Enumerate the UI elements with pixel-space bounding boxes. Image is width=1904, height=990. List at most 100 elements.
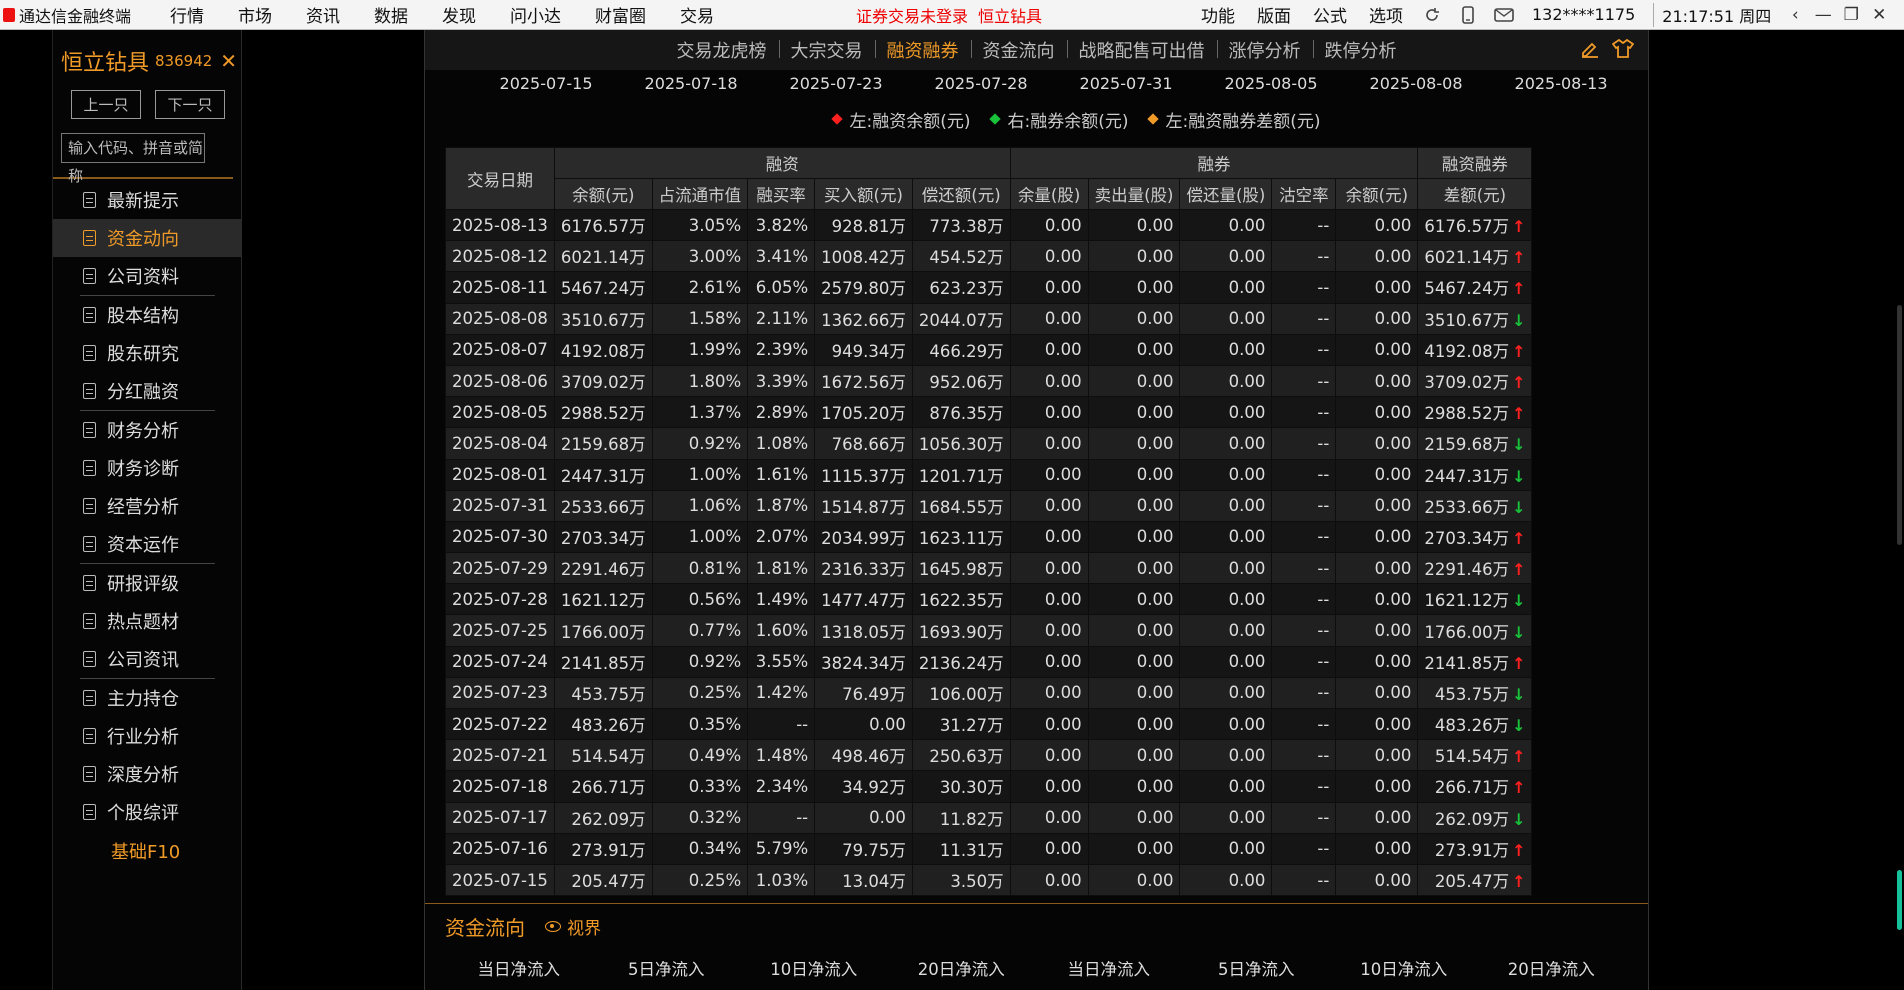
column-header[interactable]: 卖出量(股) (1087, 178, 1181, 210)
sub-tab[interactable]: 跌停分析 (1312, 37, 1409, 63)
sub-tab[interactable]: 战略配售可出借 (1066, 37, 1217, 63)
column-header[interactable]: 余额(元) (1335, 178, 1419, 210)
table-cell: 0.00 (1087, 489, 1181, 522)
close-icon[interactable]: ✕ (220, 49, 237, 73)
back-arrow-icon[interactable]: ‹ (1781, 5, 1809, 25)
table-row[interactable]: 2025-07-15 205.47万 0.25% 1.03% 13.04万 3.50万 0.… (445, 863, 1533, 897)
cell-value: 0.25% (688, 870, 742, 890)
sidebar-item[interactable]: 资本运作 (53, 525, 241, 563)
mail-icon[interactable] (1494, 6, 1514, 24)
next-stock-button[interactable]: 下一只 (155, 90, 225, 119)
cell-value: 6021.14万 (1424, 248, 1510, 268)
table-row[interactable]: 2025-07-23 453.75万 0.25% 1.42% 76.49万 106.00万… (445, 676, 1533, 710)
restore-icon[interactable]: ❐ (1837, 5, 1865, 25)
menu-item-ask[interactable]: 问小达 (510, 2, 561, 27)
menu-item-function[interactable]: 功能 (1201, 2, 1235, 27)
login-notice-text[interactable]: 证券交易未登录 (856, 7, 968, 26)
sidebar-item[interactable]: 热点题材 (53, 602, 241, 640)
header-trade-date[interactable]: 交易日期 (445, 147, 555, 210)
table-row[interactable]: 2025-07-30 2703.34万 1.00% 2.07% 2034.99万 1623… (445, 520, 1533, 554)
sub-tab[interactable]: 资金流向 (970, 37, 1067, 63)
column-header[interactable]: 占流通市值 (651, 178, 749, 210)
sidebar-item[interactable]: 股东研究 (53, 334, 241, 372)
legend-item[interactable]: 左:融资融券差额(元) (1146, 107, 1321, 132)
sidebar-item[interactable]: 经营分析 (53, 487, 241, 525)
table-row[interactable]: 2025-07-21 514.54万 0.49% 1.48% 498.46万 250.63… (445, 739, 1533, 772)
table-row[interactable]: 2025-08-06 3709.02万 1.80% 3.39% 1672.56万 952.… (445, 364, 1533, 398)
minimize-icon[interactable]: — (1809, 5, 1837, 25)
column-header[interactable]: 余量(股) (1009, 178, 1089, 210)
table-row[interactable]: 2025-07-18 266.71万 0.33% 2.34% 34.92万 30.30万 0… (445, 770, 1533, 803)
table-row[interactable]: 2025-08-13 6176.57万 3.05% 3.82% 928.81万 773.3… (445, 208, 1533, 242)
column-header[interactable]: 融买率 (747, 178, 816, 210)
table-row[interactable]: 2025-07-29 2291.46万 0.81% 1.81% 2316.33万 1645… (445, 552, 1533, 585)
basic-f10-link[interactable]: 基础F10 (53, 831, 241, 871)
table-row[interactable]: 2025-08-08 3510.67万 1.58% 2.11% 1362.66万 2044… (445, 302, 1533, 335)
view-link[interactable]: 视界 (545, 914, 601, 939)
menu-item-trade[interactable]: 交易 (680, 2, 714, 27)
menu-item-quotes[interactable]: 行情 (170, 2, 204, 27)
table-row[interactable]: 2025-08-12 6021.14万 3.00% 3.41% 1008.42万 454.… (445, 240, 1533, 273)
column-header[interactable]: 买入额(元) (814, 178, 913, 210)
prev-stock-button[interactable]: 上一只 (71, 90, 141, 119)
user-account[interactable]: 132****1175 (1532, 5, 1635, 24)
table-row[interactable]: 2025-07-31 2533.66万 1.06% 1.87% 1514.87万 1684… (445, 489, 1533, 522)
sub-tab[interactable]: 融资融券 (874, 37, 971, 63)
menu-item-discover[interactable]: 发现 (442, 2, 476, 27)
sidebar-item[interactable]: 深度分析 (53, 755, 241, 793)
sidebar-item[interactable]: 财务诊断 (53, 449, 241, 487)
column-header[interactable]: 沽空率 (1271, 178, 1337, 210)
sidebar-item[interactable]: 研报评级 (53, 564, 241, 602)
close-window-icon[interactable]: ✕ (1865, 5, 1893, 25)
sub-tab[interactable]: 涨停分析 (1216, 37, 1313, 63)
menu-item-data[interactable]: 数据 (374, 2, 408, 27)
menu-item-news[interactable]: 资讯 (306, 2, 340, 27)
sub-tab[interactable]: 大宗交易 (778, 37, 875, 63)
legend-item[interactable]: 右:融券余额(元) (988, 107, 1129, 132)
table-row[interactable]: 2025-08-04 2159.68万 0.92% 1.08% 768.66万 1056.… (445, 427, 1533, 460)
table-cell: 0.00 (1009, 863, 1089, 897)
table-row[interactable]: 2025-08-07 4192.08万 1.99% 2.39% 949.34万 466.2… (445, 333, 1533, 366)
table-row[interactable]: 2025-08-01 2447.31万 1.00% 1.61% 1115.37万 1201… (445, 458, 1533, 491)
legend-item[interactable]: 左:融资余额(元) (830, 107, 971, 132)
table-row[interactable]: 2025-07-24 2141.85万 0.92% 3.55% 3824.34万 2136… (445, 645, 1533, 678)
cell-value: 1.48% (755, 745, 809, 765)
table-cell: 0.00 (1179, 240, 1273, 273)
menu-item-formula[interactable]: 公式 (1313, 2, 1347, 27)
sidebar-item[interactable]: 财务分析 (53, 411, 241, 449)
sidebar-item[interactable]: 主力持仓 (53, 679, 241, 717)
table-row[interactable]: 2025-07-17 262.09万 0.32% -- 0.00 11.82万 0.00 0.… (445, 801, 1533, 834)
edit-icon[interactable] (1580, 38, 1600, 63)
column-header[interactable]: 偿还额(元) (911, 178, 1011, 210)
phone-icon[interactable] (1458, 5, 1478, 24)
table-row[interactable]: 2025-08-11 5467.24万 2.61% 6.05% 2579.80万 623.… (445, 271, 1533, 304)
sidebar-item[interactable]: 资金动向 (53, 219, 241, 257)
sidebar-item[interactable]: 股本结构 (53, 296, 241, 334)
table-row[interactable]: 2025-08-05 2988.52万 1.37% 2.89% 1705.20万 876.… (445, 396, 1533, 429)
column-header[interactable]: 余额(元) (553, 178, 653, 210)
table-row[interactable]: 2025-07-28 1621.12万 0.56% 1.49% 1477.47万 1622… (445, 583, 1533, 616)
sub-tab[interactable]: 交易龙虎榜 (665, 37, 779, 63)
sidebar-item[interactable]: 公司资料 (53, 257, 241, 295)
table-cell: 0.00 (1009, 707, 1089, 741)
sidebar-item[interactable]: 个股综评 (53, 793, 241, 831)
menu-item-wealth[interactable]: 财富圈 (595, 2, 646, 27)
menu-item-layout[interactable]: 版面 (1257, 2, 1291, 27)
refresh-icon[interactable] (1422, 6, 1442, 24)
menu-item-options[interactable]: 选项 (1369, 2, 1403, 27)
sidebar-item[interactable]: 分红融资 (53, 372, 241, 410)
shirt-icon[interactable] (1611, 38, 1635, 63)
sidebar-item[interactable]: 行业分析 (53, 717, 241, 755)
sidebar-item[interactable]: 公司资讯 (53, 640, 241, 678)
menu-item-market[interactable]: 市场 (238, 2, 272, 27)
table-row[interactable]: 2025-07-22 483.26万 0.35% -- 0.00 31.27万 0.00 0.… (445, 707, 1533, 741)
stock-search-input[interactable]: 输入代码、拼音或简称 (61, 133, 205, 185)
header-diff-bottom[interactable]: 差额(元) (1417, 178, 1533, 210)
vertical-scrollbar[interactable] (1897, 305, 1902, 545)
table-row[interactable]: 2025-07-25 1766.00万 0.77% 1.60% 1318.05万 1693… (445, 614, 1533, 647)
login-notice[interactable]: 证券交易未登录 恒立钻具 (856, 3, 1052, 27)
view-label[interactable]: 视界 (567, 914, 601, 939)
table-row[interactable]: 2025-07-16 273.91万 0.34% 5.79% 79.75万 11.31万 0… (445, 832, 1533, 865)
scroll-indicator[interactable] (1897, 870, 1902, 930)
column-header[interactable]: 偿还量(股) (1179, 178, 1273, 210)
